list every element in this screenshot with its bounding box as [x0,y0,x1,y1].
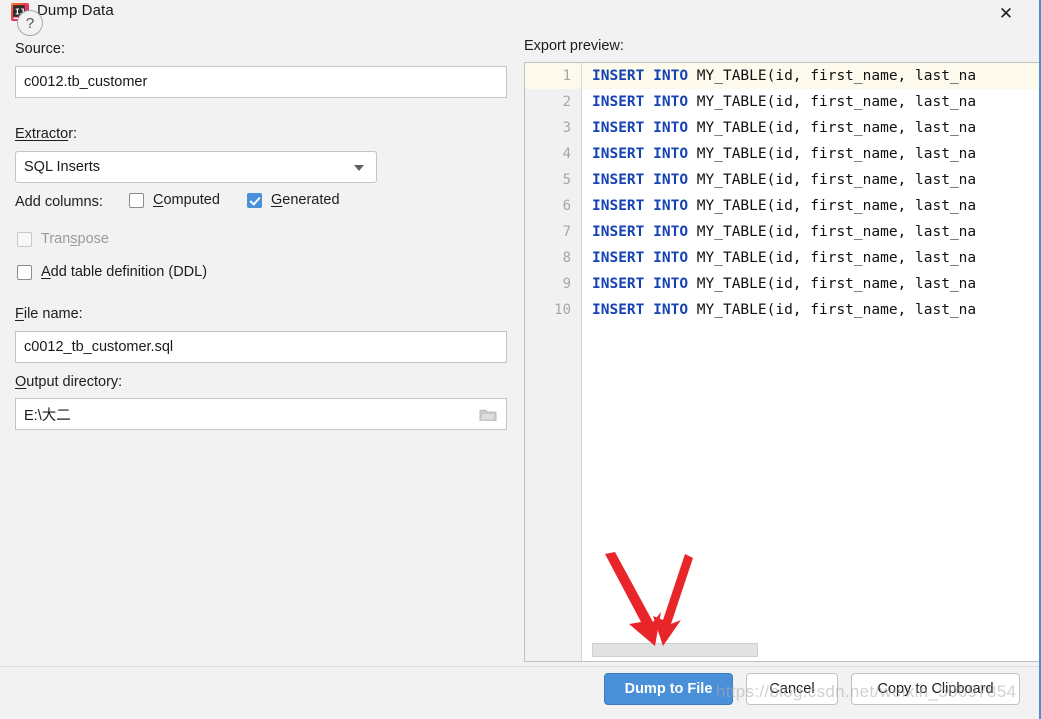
checkbox-ddl-label: Add table definition (DDL) [41,264,208,280]
checkbox-box-disabled [17,231,32,247]
source-field[interactable]: c0012.tb_customer [15,66,507,98]
dump-data-dialog: IJ Dump Data ✕ Source: c0012.tb_customer… [0,0,1041,719]
line-number: 4 [562,146,571,162]
checkbox-transpose: Transpose [17,231,109,247]
output-directory-label: Output directory: [15,374,123,390]
settings-pane: Source: c0012.tb_customer Extractor: SQL… [0,26,521,666]
sql-keyword: INSERT [592,302,645,318]
sql-keyword: INTO [653,68,689,84]
checkbox-box-checked [247,192,262,208]
sql-code-line: INSERT INTO MY_TABLE(id, first_name, las… [592,302,977,318]
sql-code-line: INSERT INTO MY_TABLE(id, first_name, las… [592,276,977,292]
sql-keyword: INSERT [592,94,645,110]
add-columns-label: Add columns: [15,194,103,210]
checkbox-generated-label: Generated [271,192,340,208]
line-number: 9 [562,276,571,292]
checkbox-box [17,264,32,280]
cancel-button[interactable]: Cancel [746,673,838,705]
sql-code-line: INSERT INTO MY_TABLE(id, first_name, las… [592,198,977,214]
sql-keyword: INSERT [592,146,645,162]
sql-code-area[interactable]: INSERT INTO MY_TABLE(id, first_name, las… [583,63,1039,661]
window-title: Dump Data [37,2,114,19]
file-name-input[interactable]: c0012_tb_customer.sql [15,331,507,363]
sql-keyword: INTO [653,302,689,318]
line-number: 7 [562,224,571,240]
checkbox-computed[interactable]: Computed [129,192,220,208]
source-label: Source: [15,41,65,57]
sql-keyword: INSERT [592,120,645,136]
sql-keyword: INTO [653,172,689,188]
sql-keyword: INSERT [592,250,645,266]
folder-icon[interactable] [479,407,497,422]
sql-code-line: INSERT INTO MY_TABLE(id, first_name, las… [592,94,977,110]
sql-keyword: INTO [653,146,689,162]
line-number: 8 [562,250,571,266]
horizontal-scrollbar-thumb[interactable] [592,643,758,657]
sql-keyword: INTO [653,224,689,240]
extractor-select[interactable]: SQL Inserts [15,151,377,183]
copy-to-clipboard-button[interactable]: Copy to Clipboard [851,673,1020,705]
checkbox-computed-label: Computed [153,192,220,208]
sql-keyword: INSERT [592,172,645,188]
dump-to-file-button[interactable]: Dump to File [604,673,733,705]
export-preview-label: Export preview: [524,38,624,54]
line-number: 2 [562,94,571,110]
sql-keyword: INSERT [592,224,645,240]
sql-keyword: INTO [653,276,689,292]
line-number: 1 [525,63,581,89]
sql-code-line: INSERT INTO MY_TABLE(id, first_name, las… [592,120,977,136]
output-directory-input[interactable]: E:\大二 [15,398,507,430]
sql-code-line: INSERT INTO MY_TABLE(id, first_name, las… [583,63,1039,89]
checkbox-transpose-label: Transpose [41,231,109,247]
close-icon[interactable]: ✕ [985,0,1027,26]
title-bar: IJ Dump Data ✕ [0,0,1039,26]
sql-keyword: INSERT [592,276,645,292]
sql-code-line: INSERT INTO MY_TABLE(id, first_name, las… [592,224,977,240]
line-number-gutter: 1 2 3 4 5 6 7 8 9 10 [525,63,582,661]
sql-keyword: INTO [653,94,689,110]
sql-code-line: INSERT INTO MY_TABLE(id, first_name, las… [592,250,977,266]
extractor-label: Extractor: [15,126,78,142]
line-number: 10 [554,302,571,318]
checkbox-box [129,192,144,208]
file-name-label: File name: [15,306,83,322]
checkbox-generated[interactable]: Generated [247,192,340,208]
sql-code-line: INSERT INTO MY_TABLE(id, first_name, las… [592,172,977,188]
sql-keyword: INTO [653,250,689,266]
sql-keyword: INSERT [592,68,645,84]
line-number: 3 [562,120,571,136]
chevron-down-icon [354,165,364,171]
output-directory-value: E:\大二 [24,407,71,424]
line-number: 5 [562,172,571,188]
sql-keyword: INTO [653,120,689,136]
help-button[interactable]: ? [17,10,43,36]
sql-keyword: INSERT [592,198,645,214]
horizontal-scrollbar[interactable] [584,643,1024,657]
sql-code-line: INSERT INTO MY_TABLE(id, first_name, las… [592,146,977,162]
sql-keyword: INTO [653,198,689,214]
line-number: 6 [562,198,571,214]
extractor-selected-value: SQL Inserts [24,159,101,175]
checkbox-add-table-definition[interactable]: Add table definition (DDL) [17,264,207,280]
export-preview-panel[interactable]: 1 2 3 4 5 6 7 8 9 10 INSERT INTO MY_TABLE(id, fir… [524,62,1039,662]
